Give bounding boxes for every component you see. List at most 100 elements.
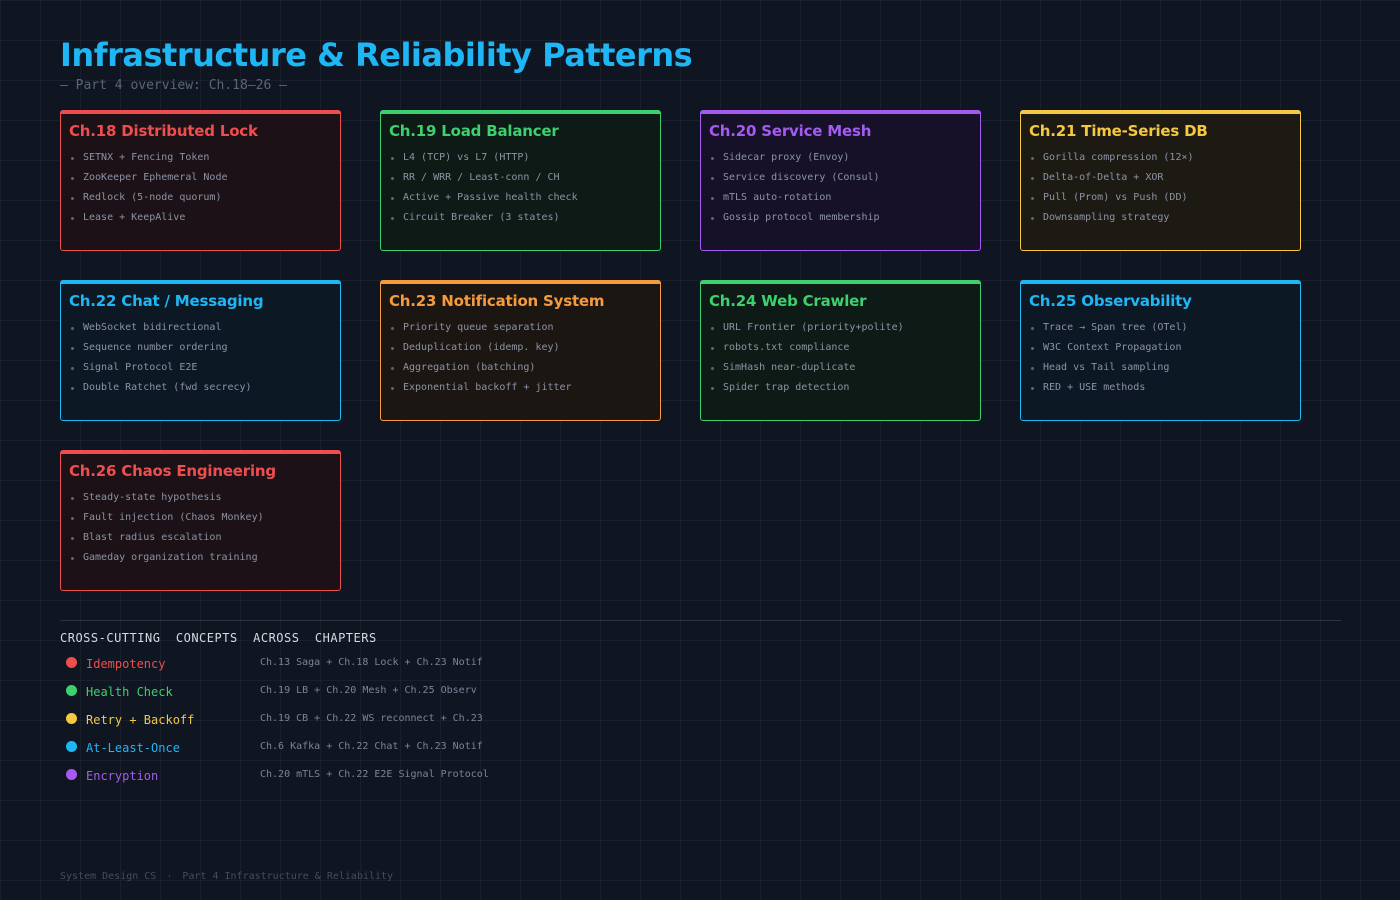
bullet-dot-icon	[71, 216, 74, 220]
bullet-dot-icon	[71, 536, 74, 540]
bullet-dot-icon	[711, 346, 714, 350]
bullet-dot-icon	[1031, 346, 1034, 350]
chapter-topic-text: Exponential backoff + jitter	[403, 382, 572, 393]
concept-name: Health Check	[86, 685, 173, 699]
chapter-card: Ch.21 Time-Series DB Gorilla compression …	[1020, 110, 1301, 251]
chapter-topic-list: Priority queue separation Deduplication (…	[389, 318, 652, 398]
chapter-topic-item: Deduplication (idemp. key)	[389, 338, 652, 358]
concept-dot-icon	[66, 713, 77, 724]
concept-name: Encryption	[86, 769, 159, 783]
chapter-topic-list: SETNX + Fencing Token ZooKeeper Ephemeral…	[69, 148, 332, 228]
chapter-topic-item: Service discovery (Consul)	[709, 168, 972, 188]
chapter-card: Ch.25 Observability Trace → Span tree (OT…	[1020, 280, 1301, 421]
bullet-dot-icon	[711, 326, 714, 330]
chapter-card: Ch.23 Notification System Priority queue …	[380, 280, 661, 421]
bullet-dot-icon	[711, 386, 714, 390]
chapter-topic-item: Double Ratchet (fwd secrecy)	[69, 378, 332, 398]
chapter-topic-text: Double Ratchet (fwd secrecy)	[83, 382, 252, 393]
chapter-card: Ch.26 Chaos Engineering Steady-state hypo…	[60, 450, 341, 591]
chapter-topic-item: W3C Context Propagation	[1029, 338, 1292, 358]
page-title: Infrastructure & Reliability Patterns	[60, 36, 693, 74]
chapter-topic-list: WebSocket bidirectional Sequence number o…	[69, 318, 332, 398]
chapter-topic-text: Gameday organization training	[83, 552, 258, 563]
chapter-topic-text: Spider trap detection	[723, 382, 850, 393]
chapter-card-title: Ch.25 Observability	[1029, 292, 1192, 310]
chapter-topic-text: Sidecar proxy (Envoy)	[723, 152, 850, 163]
bullet-dot-icon	[391, 346, 394, 350]
chapter-topic-item: Gossip protocol membership	[709, 208, 972, 228]
chapter-card-title: Ch.23 Notification System	[389, 292, 605, 310]
chapter-topic-item: Head vs Tail sampling	[1029, 358, 1292, 378]
chapter-card: Ch.22 Chat / Messaging WebSocket bidirect…	[60, 280, 341, 421]
chapter-topic-text: Signal Protocol E2E	[83, 362, 198, 373]
concept-dot-icon	[66, 769, 77, 780]
chapter-topic-item: Gorilla compression (12×)	[1029, 148, 1292, 168]
chapter-topic-text: Fault injection (Chaos Monkey)	[83, 512, 264, 523]
bullet-dot-icon	[71, 156, 74, 160]
chapter-topic-item: RED + USE methods	[1029, 378, 1292, 398]
chapter-topic-text: Active + Passive health check	[403, 192, 578, 203]
footer-separator: ·	[166, 871, 173, 882]
bullet-dot-icon	[711, 366, 714, 370]
chapter-topic-item: robots.txt compliance	[709, 338, 972, 358]
concept-chapters: Ch.20 mTLS + Ch.22 E2E Signal Protocol	[260, 769, 489, 780]
chapter-topic-item: Pull (Prom) vs Push (DD)	[1029, 188, 1292, 208]
bullet-dot-icon	[71, 366, 74, 370]
cross-cutting-title: CROSS-CUTTING CONCEPTS ACROSS CHAPTERS	[60, 631, 377, 645]
page-subtitle: — Part 4 overview: Ch.18–26 —	[60, 78, 287, 93]
concept-chapters: Ch.13 Saga + Ch.18 Lock + Ch.23 Notif	[260, 657, 483, 668]
chapter-topic-text: SETNX + Fencing Token	[83, 152, 210, 163]
chapter-topic-item: Circuit Breaker (3 states)	[389, 208, 652, 228]
footer-left: System Design CS	[60, 871, 157, 882]
chapter-topic-list: URL Frontier (priority+polite) robots.txt…	[709, 318, 972, 398]
chapter-card-title: Ch.21 Time-Series DB	[1029, 122, 1208, 140]
bullet-dot-icon	[71, 496, 74, 500]
chapter-topic-list: Gorilla compression (12×) Delta-of-Delta …	[1029, 148, 1292, 228]
bullet-dot-icon	[71, 386, 74, 390]
chapter-topic-item: Gameday organization training	[69, 548, 332, 568]
bullet-dot-icon	[711, 176, 714, 180]
chapter-topic-text: Lease + KeepAlive	[83, 212, 186, 223]
chapter-topic-item: Lease + KeepAlive	[69, 208, 332, 228]
footer: System Design CS · Part 4 Infrastructure &…	[60, 871, 393, 882]
bullet-dot-icon	[71, 196, 74, 200]
chapter-card: Ch.20 Service Mesh Sidecar proxy (Envoy) S…	[700, 110, 981, 251]
bullet-dot-icon	[711, 216, 714, 220]
bullet-dot-icon	[1031, 176, 1034, 180]
chapter-card-title: Ch.19 Load Balancer	[389, 122, 559, 140]
chapter-topic-item: Aggregation (batching)	[389, 358, 652, 378]
bullet-dot-icon	[1031, 196, 1034, 200]
bullet-dot-icon	[71, 346, 74, 350]
chapter-topic-text: Downsampling strategy	[1043, 212, 1170, 223]
chapter-topic-item: Steady-state hypothesis	[69, 488, 332, 508]
bullet-dot-icon	[391, 386, 394, 390]
bullet-dot-icon	[1031, 216, 1034, 220]
chapter-card-title: Ch.20 Service Mesh	[709, 122, 872, 140]
chapter-topic-list: L4 (TCP) vs L7 (HTTP) RR / WRR / Least-co…	[389, 148, 652, 228]
concept-chapters: Ch.19 CB + Ch.22 WS reconnect + Ch.23	[260, 713, 483, 724]
chapter-topic-text: Priority queue separation	[403, 322, 554, 333]
concept-dot-icon	[66, 685, 77, 696]
bullet-dot-icon	[391, 216, 394, 220]
concept-dot-icon	[66, 741, 77, 752]
bullet-dot-icon	[1031, 366, 1034, 370]
footer-right: Part 4 Infrastructure & Reliability	[182, 871, 394, 882]
chapter-topic-item: SimHash near-duplicate	[709, 358, 972, 378]
bullet-dot-icon	[391, 196, 394, 200]
chapter-card: Ch.19 Load Balancer L4 (TCP) vs L7 (HTTP)…	[380, 110, 661, 251]
chapter-topic-text: Delta-of-Delta + XOR	[1043, 172, 1164, 183]
chapter-card: Ch.24 Web Crawler URL Frontier (priority+…	[700, 280, 981, 421]
chapter-card-title: Ch.24 Web Crawler	[709, 292, 867, 310]
chapter-topic-list: Sidecar proxy (Envoy) Service discovery (…	[709, 148, 972, 228]
chapter-card-title: Ch.18 Distributed Lock	[69, 122, 258, 140]
bullet-dot-icon	[391, 156, 394, 160]
chapter-topic-item: Spider trap detection	[709, 378, 972, 398]
chapter-topic-item: RR / WRR / Least-conn / CH	[389, 168, 652, 188]
chapter-topic-text: Service discovery (Consul)	[723, 172, 880, 183]
bullet-dot-icon	[71, 556, 74, 560]
chapter-topic-item: Exponential backoff + jitter	[389, 378, 652, 398]
chapter-card-title: Ch.26 Chaos Engineering	[69, 462, 276, 480]
bullet-dot-icon	[391, 366, 394, 370]
bullet-dot-icon	[71, 326, 74, 330]
chapter-topic-text: Aggregation (batching)	[403, 362, 536, 373]
